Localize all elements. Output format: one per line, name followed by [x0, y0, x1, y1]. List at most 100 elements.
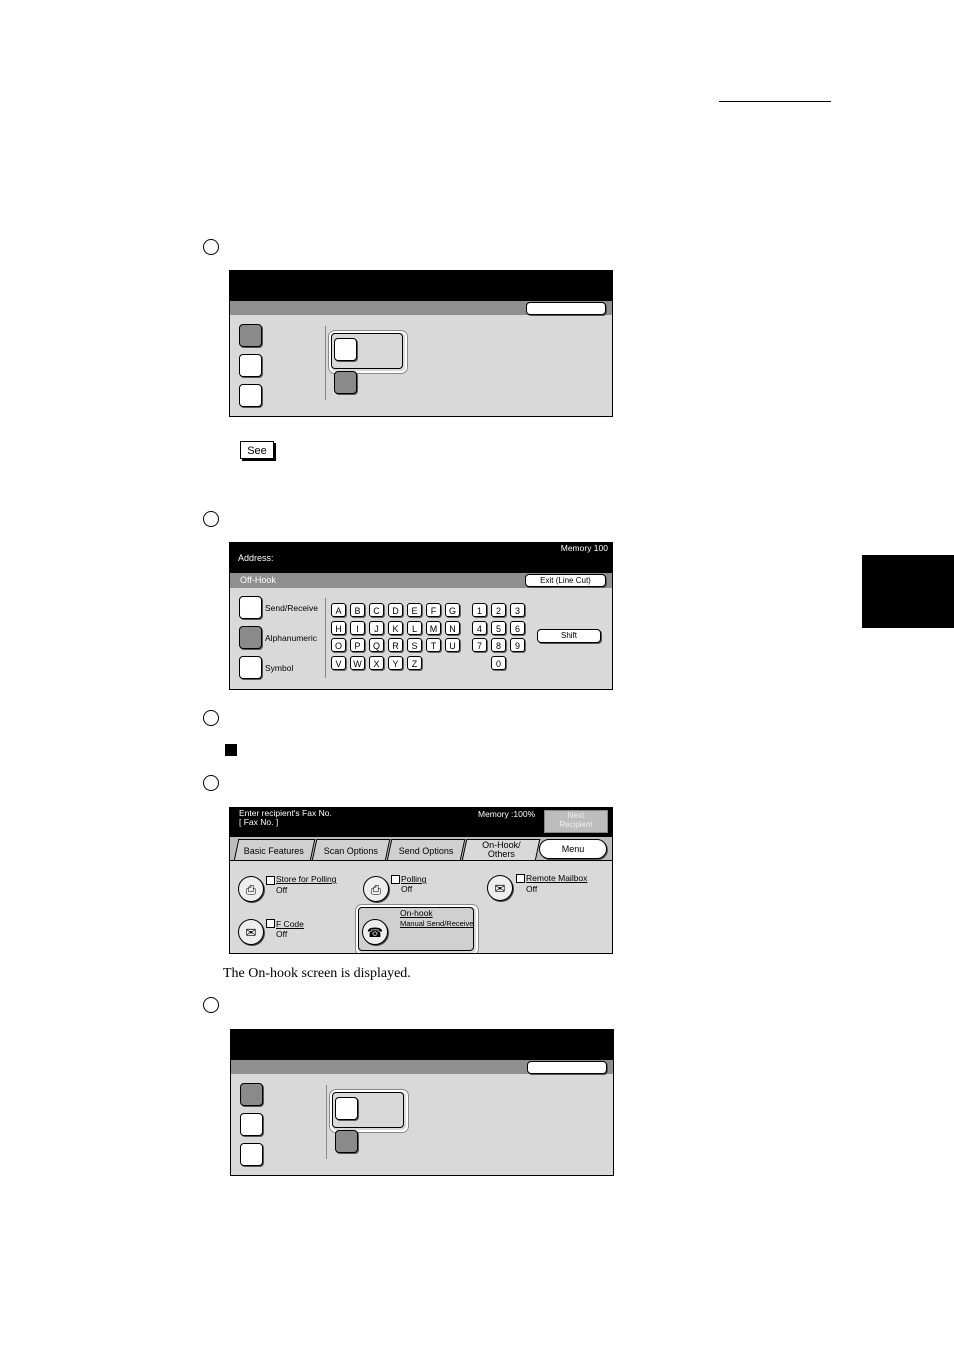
offhook-status: Off-Hook: [240, 575, 276, 585]
option-button-1[interactable]: [335, 1097, 358, 1120]
mode-button-2[interactable]: [240, 1113, 263, 1136]
screen-panel-2: Address: Memory 100 Off-Hook Exit (Line …: [229, 542, 613, 690]
tab-basic-features[interactable]: Basic Features: [233, 839, 316, 861]
tab-basic-features-label: Basic Features: [244, 846, 305, 856]
tab-on-hook-others[interactable]: On-Hook/ Others: [461, 839, 541, 861]
screen-panel-3: Enter recipient's Fax No. [ Fax No. ] Me…: [229, 807, 613, 954]
key-s[interactable]: S: [407, 638, 422, 652]
key-h[interactable]: H: [331, 620, 346, 635]
send-receive-label: Send/Receive: [265, 603, 318, 613]
step-marker-4: [203, 775, 219, 791]
key-8[interactable]: 8: [491, 638, 506, 652]
key-j[interactable]: J: [369, 620, 384, 635]
key-l[interactable]: L: [407, 620, 422, 635]
mode-button-2[interactable]: [239, 354, 262, 377]
screen-panel-4: [230, 1029, 614, 1176]
fcode-value: Off: [276, 929, 288, 939]
exit-line-cut-button[interactable]: Exit (Line Cut): [525, 574, 606, 587]
key-6[interactable]: 6: [510, 620, 525, 635]
mode-button-1[interactable]: [239, 324, 262, 347]
tab-baseline: [230, 860, 612, 861]
store-polling-icon[interactable]: ⎙: [238, 876, 264, 902]
address-label: Address:: [238, 553, 274, 563]
remote-mailbox-icon[interactable]: ✉: [487, 875, 513, 901]
remote-mailbox-checkbox[interactable]: [516, 874, 525, 883]
next-recipient-label-2: Recipient: [559, 820, 593, 829]
remote-mailbox-value: Off: [526, 884, 538, 894]
key-i[interactable]: I: [350, 620, 365, 635]
key-q[interactable]: Q: [369, 638, 384, 652]
mode-button-1[interactable]: [240, 1083, 263, 1106]
key-b[interactable]: B: [350, 603, 365, 617]
symbol-button[interactable]: [239, 656, 262, 679]
header-rule: [719, 101, 831, 102]
key-g[interactable]: G: [445, 603, 460, 617]
send-receive-button[interactable]: [239, 596, 262, 619]
key-3[interactable]: 3: [510, 603, 525, 617]
chapter-tab: [862, 555, 954, 628]
screen-panel-1: [229, 270, 613, 417]
key-p[interactable]: P: [350, 638, 365, 652]
mode-button-3[interactable]: [240, 1143, 263, 1166]
tab-send-options[interactable]: Send Options: [386, 839, 466, 861]
key-t[interactable]: T: [426, 638, 441, 652]
tab-on-hook-others-label: On-Hook/ Others: [482, 840, 521, 859]
key-z[interactable]: Z: [407, 655, 422, 670]
key-e[interactable]: E: [407, 603, 422, 617]
store-polling-checkbox[interactable]: [266, 876, 275, 885]
remote-mailbox-title: Remote Mailbox: [526, 873, 588, 883]
divider: [325, 326, 326, 400]
step-marker-2: [203, 511, 219, 527]
shift-button[interactable]: Shift: [537, 629, 601, 643]
alphanumeric-button[interactable]: [239, 626, 262, 649]
onhook-title: On-hook: [400, 908, 433, 918]
key-9[interactable]: 9: [510, 638, 525, 652]
memory-status: Memory :100%: [478, 809, 536, 819]
menu-button[interactable]: Menu: [539, 839, 607, 859]
key-y[interactable]: Y: [388, 655, 403, 670]
key-v[interactable]: V: [331, 655, 346, 670]
exit-button[interactable]: [527, 1061, 607, 1074]
prompt-text: Enter recipient's Fax No. [ Fax No. ]: [239, 809, 332, 827]
polling-checkbox[interactable]: [391, 875, 400, 884]
fcode-icon[interactable]: ✉: [238, 919, 264, 945]
key-d[interactable]: D: [388, 603, 403, 617]
key-m[interactable]: M: [426, 620, 441, 635]
key-u[interactable]: U: [445, 638, 460, 652]
memory-status: Memory 100: [560, 543, 608, 553]
tab-scan-options-label: Scan Options: [323, 846, 378, 856]
exit-button[interactable]: [526, 302, 606, 315]
polling-icon[interactable]: ⎙: [363, 876, 389, 902]
step-marker-5: [203, 997, 219, 1013]
tab-scan-options[interactable]: Scan Options: [311, 839, 391, 861]
title-bar: [231, 1030, 613, 1060]
key-f[interactable]: F: [426, 603, 441, 617]
key-x[interactable]: X: [369, 655, 384, 670]
next-recipient-button[interactable]: Next Recipient: [544, 810, 608, 833]
symbol-label: Symbol: [265, 663, 294, 673]
key-a[interactable]: A: [331, 603, 346, 617]
key-7[interactable]: 7: [472, 638, 487, 652]
key-o[interactable]: O: [331, 638, 346, 652]
telephone-icon[interactable]: ☎: [362, 919, 388, 945]
key-r[interactable]: R: [388, 638, 403, 652]
key-n[interactable]: N: [445, 620, 460, 635]
fcode-checkbox[interactable]: [266, 919, 275, 928]
option-button-2[interactable]: [334, 371, 357, 394]
key-w[interactable]: W: [350, 655, 365, 670]
title-bar: [230, 271, 612, 301]
key-c[interactable]: C: [369, 603, 384, 617]
step-marker-1: [203, 239, 219, 255]
mode-button-3[interactable]: [239, 384, 262, 407]
key-5[interactable]: 5: [491, 620, 506, 635]
key-0[interactable]: 0: [491, 655, 506, 670]
step-marker-3: [203, 710, 219, 726]
key-1[interactable]: 1: [472, 603, 487, 617]
polling-title: Polling: [401, 874, 427, 884]
key-2[interactable]: 2: [491, 603, 506, 617]
option-button-1[interactable]: [334, 338, 357, 361]
option-button-2[interactable]: [335, 1130, 358, 1153]
divider: [325, 598, 326, 678]
key-4[interactable]: 4: [472, 620, 487, 635]
key-k[interactable]: K: [388, 620, 403, 635]
